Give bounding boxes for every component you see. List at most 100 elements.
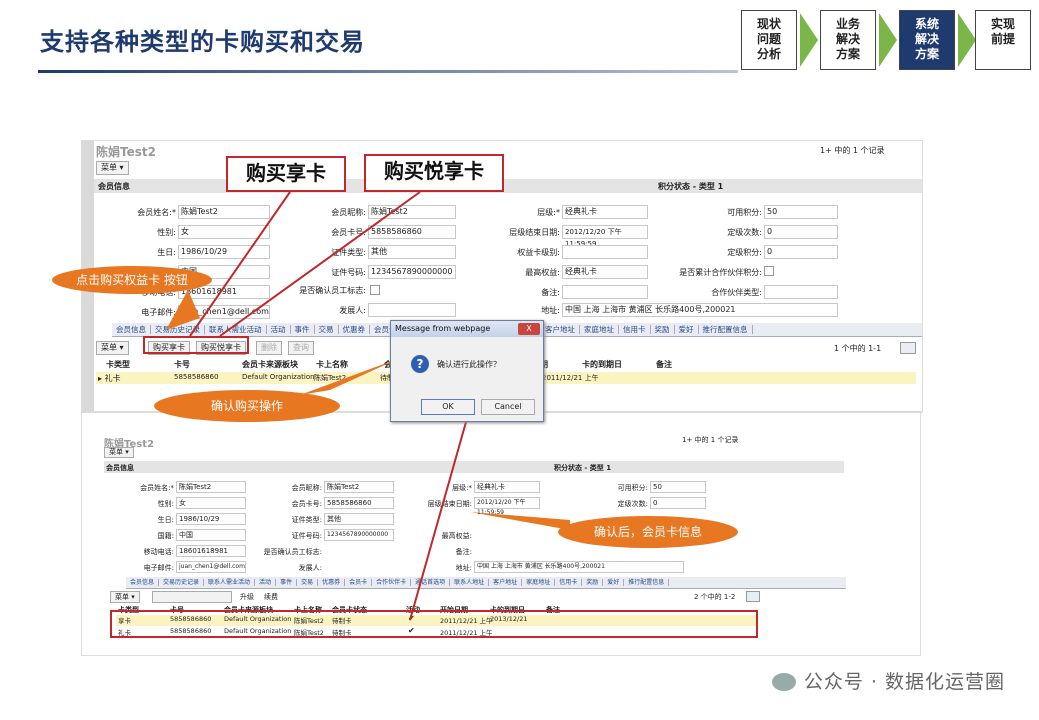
new-cards-highlight (110, 610, 758, 638)
cancel-button[interactable]: Cancel (481, 399, 535, 415)
grid-settings-icon[interactable] (900, 342, 916, 354)
grid-settings-icon[interactable] (746, 591, 760, 602)
label: 电子邮件: (143, 564, 174, 572)
tab-item[interactable]: 会员信息 (112, 325, 151, 334)
name-field[interactable]: 陈娟Test2 (176, 481, 246, 493)
tab-item[interactable]: 会员信息 (126, 579, 160, 586)
delete-button[interactable]: 删除 (256, 341, 282, 355)
tab-item[interactable]: 家庭地址 (580, 325, 619, 334)
label: 层级:* (452, 484, 472, 492)
column-header[interactable]: 卡的到期日 (582, 359, 622, 370)
label: 是否累计合作伙伴积分: (679, 268, 762, 277)
tab-item[interactable]: 奖励 (582, 579, 604, 586)
tab-item[interactable]: 合作伙伴卡 (372, 579, 412, 586)
tier-points: 0 (764, 245, 838, 259)
tab-item[interactable]: 联系人需业活动 (205, 325, 267, 334)
tab-item[interactable]: 客户地址 (541, 325, 580, 334)
upgrade-button[interactable]: 升级 (240, 592, 254, 602)
renew-button[interactable]: 续费 (264, 592, 278, 602)
process-steps: 现状 问题 分析 业务 解决 方案 系统 解决 方案 实现 前提 (741, 10, 1031, 72)
tab-item[interactable]: 活动 (266, 325, 291, 334)
label: 是否确认员工标志: (299, 286, 366, 295)
tab-item[interactable]: 信用卡 (619, 325, 651, 334)
partner-checkbox[interactable] (764, 266, 774, 276)
name-field[interactable]: 陈娟Test2 (178, 205, 270, 219)
tab-item[interactable]: 交易历史记录 (151, 325, 205, 334)
query-button[interactable]: 查询 (288, 341, 314, 355)
card-no-field[interactable]: 5858586860 (368, 225, 456, 239)
staff-checkbox[interactable] (370, 285, 380, 295)
label: 层级结束日期: (427, 500, 472, 508)
tab-item[interactable]: 奖励 (650, 325, 675, 334)
id-no-field[interactable]: 1234567890000000 (368, 265, 456, 279)
section-points: 积分状态 - 类型 1 (658, 182, 724, 191)
issuer-field[interactable] (368, 303, 456, 317)
benefit-level-field[interactable] (562, 245, 648, 259)
tab-item[interactable]: 客户地址 (489, 579, 523, 586)
birth-field[interactable]: 1986/10/29 (178, 245, 270, 259)
record-tabs[interactable]: 会员信息交易历史记录联系人需业活动活动事件交易优惠券会员卡合作伙伴卡通话首选项联… (126, 577, 846, 589)
dialog-message: 确认进行此操作？ (437, 360, 501, 369)
max-benefit-select[interactable]: 经典礼卡 (562, 265, 648, 279)
id-type-select[interactable]: 其他 (368, 245, 456, 259)
menu-button[interactable]: 菜单 ▾ (96, 161, 129, 175)
label: 移动电话: (143, 548, 174, 556)
column-header[interactable]: 备注 (656, 359, 672, 370)
gender-select[interactable]: 女 (176, 497, 246, 509)
tab-item[interactable]: 家庭地址 (522, 579, 556, 586)
tab-item[interactable]: 活动 (255, 579, 277, 586)
country-select[interactable]: 中国 (176, 529, 246, 541)
callout-confirm-buy: 确认购买操作 (154, 390, 340, 422)
label: 生日: (157, 516, 174, 524)
tier-field[interactable]: 经典礼卡 (562, 205, 648, 219)
email-field[interactable]: juan_chen1@dell.com (176, 561, 246, 573)
address-field[interactable]: 中国 上海 上海市 黄浦区 长乐路400号,200021 (474, 561, 684, 573)
column-header[interactable]: 卡号 (174, 359, 190, 370)
column-header[interactable]: 卡上名称 (316, 359, 348, 370)
tab-item[interactable]: 联系人地址 (450, 579, 490, 586)
tier-field[interactable]: 经典礼卡 (474, 481, 540, 493)
tab-item[interactable]: 通话首选项 (411, 579, 451, 586)
tab-item[interactable]: 事件 (290, 325, 315, 334)
tier-count: 0 (650, 497, 706, 509)
tab-item[interactable]: 信用卡 (555, 579, 583, 586)
tab-item[interactable]: 爱好 (603, 579, 625, 586)
tab-item[interactable]: 交易 (297, 579, 319, 586)
title-divider (38, 70, 738, 73)
partner-type-select[interactable] (764, 285, 838, 299)
tab-item[interactable]: 联系人需业活动 (204, 579, 256, 586)
tab-item[interactable]: 优惠券 (318, 579, 346, 586)
id-no-field[interactable]: 1234567890000000 (324, 529, 394, 541)
column-header[interactable]: 卡类型 (106, 359, 130, 370)
tab-item[interactable]: 交易历史记录 (159, 579, 205, 586)
tab-item[interactable]: 会员卡 (345, 579, 373, 586)
nickname-field[interactable]: 陈娟Test2 (368, 205, 456, 219)
column-header[interactable]: 会员卡来源板块 (242, 359, 298, 370)
remark-field[interactable] (562, 285, 648, 299)
birth-field[interactable]: 1986/10/29 (176, 513, 246, 525)
chevron-right-icon (879, 13, 897, 67)
tier-end-field[interactable]: 2012/12/20 下午 11:59:59 (562, 225, 648, 248)
email-field[interactable]: juan_chen1@dell.com (178, 305, 270, 319)
list-menu-button[interactable]: 菜单 ▾ (110, 591, 140, 603)
nickname-field[interactable]: 陈娟Test2 (324, 481, 394, 493)
tab-item[interactable]: 推行配置信息 (624, 579, 670, 586)
gender-select[interactable]: 女 (178, 225, 270, 239)
close-icon[interactable]: X (518, 323, 540, 335)
label: 最高权益: (441, 532, 472, 540)
tab-item[interactable]: 事件 (276, 579, 298, 586)
list-menu-button[interactable]: 菜单 ▾ (96, 341, 129, 355)
label: 定级积分: (727, 248, 762, 257)
card-no-field[interactable]: 5858586860 (324, 497, 394, 509)
chevron-right-icon (800, 13, 818, 67)
available-points: 50 (650, 481, 706, 493)
menu-button[interactable]: 菜单 ▾ (104, 447, 134, 458)
tier-end-field[interactable]: 2012/12/20 下午 11:59:59 (474, 497, 540, 516)
address-field[interactable]: 中国 上海 上海市 黄浦区 长乐路400号,200021 (562, 303, 838, 317)
ok-button[interactable]: OK (421, 399, 475, 415)
tab-item[interactable]: 交易 (314, 325, 339, 334)
tab-item[interactable]: 爱好 (674, 325, 699, 334)
tab-item[interactable]: 推行配置信息 (698, 325, 753, 334)
tab-item[interactable]: 优惠券 (338, 325, 370, 334)
id-type-select[interactable]: 其他 (324, 513, 394, 525)
